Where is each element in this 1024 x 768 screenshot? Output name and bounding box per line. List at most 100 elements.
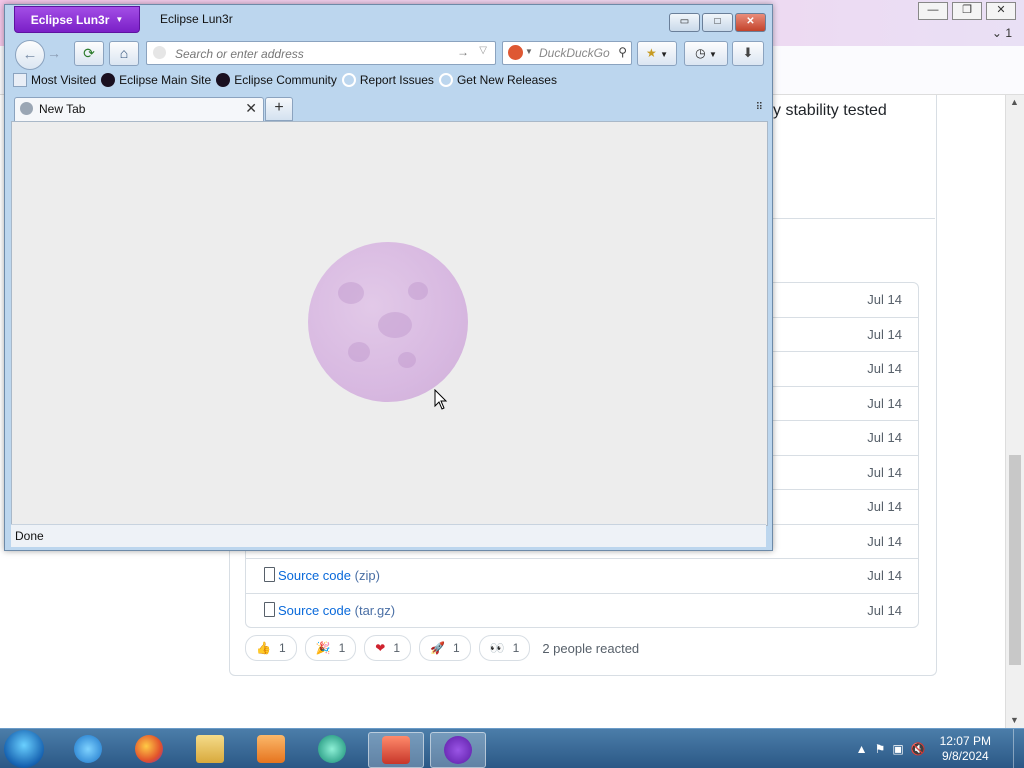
scroll-down-icon[interactable]: ▼ [1010, 715, 1019, 725]
bookmark-eclipse-main-site[interactable]: Eclipse Main Site [101, 73, 211, 87]
new-tab-button[interactable]: + [265, 97, 293, 121]
eclipse-icon [101, 73, 116, 87]
app-menu-button[interactable]: Eclipse Lun3r ▼ [14, 6, 140, 33]
bookmark-eclipse-community[interactable]: Eclipse Community [216, 73, 337, 87]
back-button[interactable]: ← [15, 40, 45, 70]
asset-date: Jul 14 [867, 464, 902, 480]
volume-muted-icon[interactable]: 🔇 [911, 742, 926, 756]
url-dropdown-icon[interactable]: ▽ [479, 45, 487, 56]
flag-icon[interactable]: ⚑ [875, 742, 886, 756]
downloads-button[interactable]: ⬇ [732, 41, 764, 66]
taskbar-media-player[interactable] [244, 732, 298, 766]
tray-expand-icon[interactable]: ▲ [856, 742, 868, 756]
source-code-zip-link[interactable]: Source code (zip) [264, 567, 380, 583]
taskbar-eclipse-lun3r[interactable] [430, 732, 486, 768]
asset-name: Source code [278, 568, 351, 583]
bookmark-get-new-releases[interactable]: Get New Releases [438, 73, 557, 87]
tab-new-tab[interactable]: New Tab ✕ [14, 97, 264, 121]
thumbs-up-icon: 👍 [256, 641, 271, 655]
maximize-button[interactable]: □ [702, 13, 733, 32]
reaction-count: 1 [452, 641, 460, 655]
eclipse-icon [216, 73, 231, 87]
taskbar-file-explorer[interactable] [183, 732, 237, 766]
close-button[interactable]: ✕ [735, 13, 766, 32]
clock-time: 12:07 PM [939, 734, 991, 748]
search-placeholder[interactable]: DuckDuckGo [539, 46, 610, 60]
asset-date: Jul 14 [867, 533, 902, 549]
tada-icon: 🎉 [315, 641, 331, 655]
search-bar[interactable]: ▼ DuckDuckGo ⚲ [502, 41, 632, 65]
asset-date: Jul 14 [867, 602, 902, 618]
plus-icon: + [274, 99, 284, 116]
asset-row[interactable]: Source code (tar.gz) Jul 14 [246, 592, 918, 628]
github-icon [341, 73, 356, 87]
asset-date: Jul 14 [867, 292, 902, 307]
clock-date: 9/8/2024 [941, 749, 989, 763]
bookmark-label: Report Issues [359, 73, 434, 87]
eclipse-lun3r-icon [444, 736, 472, 764]
green-app-icon [318, 735, 346, 763]
bookmark-report-issues[interactable]: Report Issues [341, 73, 434, 87]
media-player-icon [257, 735, 285, 763]
moon-logo-icon [308, 242, 468, 402]
address-input[interactable] [173, 44, 447, 63]
bookmarks-menu-button[interactable]: ★ ▼ [637, 41, 677, 66]
bg-minimize-button[interactable]: — [918, 2, 948, 20]
taskbar: ▲ ⚑ ▣ 🔇 12:07 PM 9/8/2024 [0, 728, 1024, 768]
taskbar-gitkraken[interactable] [368, 732, 424, 768]
duckduckgo-icon[interactable] [508, 45, 523, 60]
system-tray: ▲ ⚑ ▣ 🔇 12:07 PM 9/8/2024 [856, 729, 1024, 768]
address-bar[interactable]: → ▽ [146, 41, 496, 65]
reaction-heart[interactable]: ❤ 1 [364, 635, 412, 661]
bookmark-most-visited[interactable]: Most Visited [13, 73, 96, 87]
taskbar-internet-explorer[interactable] [61, 732, 115, 766]
taskbar-app-green[interactable] [305, 732, 359, 766]
forward-button[interactable]: → [47, 45, 61, 61]
start-button[interactable] [4, 730, 44, 768]
network-icon[interactable]: ▣ [892, 742, 903, 756]
home-icon: ⌂ [119, 45, 129, 61]
reaction-count: 1 [512, 641, 520, 655]
bg-restore-button[interactable]: ❐ [952, 2, 982, 20]
asset-row[interactable]: Source code (zip) Jul 14 [246, 558, 918, 593]
reload-icon: ⟳ [83, 45, 95, 61]
reload-button[interactable]: ⟳ [74, 41, 104, 66]
asset-date: Jul 14 [867, 568, 902, 583]
reaction-rocket[interactable]: 🚀 1 [419, 635, 471, 661]
github-icon [438, 73, 453, 87]
asset-date: Jul 14 [867, 499, 902, 514]
asset-name: Source code [278, 602, 351, 618]
go-arrow-icon[interactable]: → [457, 45, 469, 59]
source-code-targz-link[interactable]: Source code (tar.gz) [264, 601, 395, 618]
minimize-button[interactable]: ▭ [669, 13, 700, 32]
close-tab-icon[interactable]: ✕ [245, 100, 257, 117]
scroll-up-icon[interactable]: ▲ [1010, 97, 1019, 107]
search-icon[interactable]: ⚲ [618, 45, 627, 59]
clock[interactable]: 12:07 PM 9/8/2024 [940, 734, 991, 764]
reaction-eyes[interactable]: 👀 1 [478, 635, 531, 661]
forward-arrow-icon: → [47, 45, 61, 61]
background-scrollbar[interactable]: ▲ ▼ [1005, 95, 1024, 728]
asset-date: Jul 14 [867, 326, 902, 342]
eyes-icon: 👀 [489, 641, 505, 655]
window-controls: ▭ □ ✕ [669, 13, 766, 32]
bookmark-label: Get New Releases [456, 73, 557, 87]
history-button[interactable]: ◷ ▼ [684, 41, 728, 66]
taskbar-firefox[interactable] [122, 732, 176, 766]
tab-groups-icon[interactable]: ⠿ [756, 102, 763, 113]
reaction-tada[interactable]: 🎉 1 [304, 635, 357, 661]
bg-close-button[interactable]: ✕ [986, 2, 1016, 20]
app-menu-label: Eclipse Lun3r [30, 12, 110, 27]
show-desktop-button[interactable] [1013, 729, 1024, 768]
scroll-thumb[interactable] [1009, 455, 1021, 665]
home-button[interactable]: ⌂ [109, 41, 139, 66]
tab-list-button[interactable]: ⌄ 1 [992, 26, 1012, 40]
engine-dropdown-icon[interactable]: ▼ [525, 47, 533, 56]
reaction-thumbs-up[interactable]: 👍 1 [245, 635, 297, 661]
zip-file-icon [264, 567, 275, 582]
reaction-count: 1 [278, 641, 286, 655]
heart-icon: ❤ [375, 641, 386, 655]
page-content[interactable] [11, 121, 768, 526]
internet-explorer-icon [74, 735, 102, 763]
background-window-controls: — ❐ ✕ [918, 2, 1016, 20]
